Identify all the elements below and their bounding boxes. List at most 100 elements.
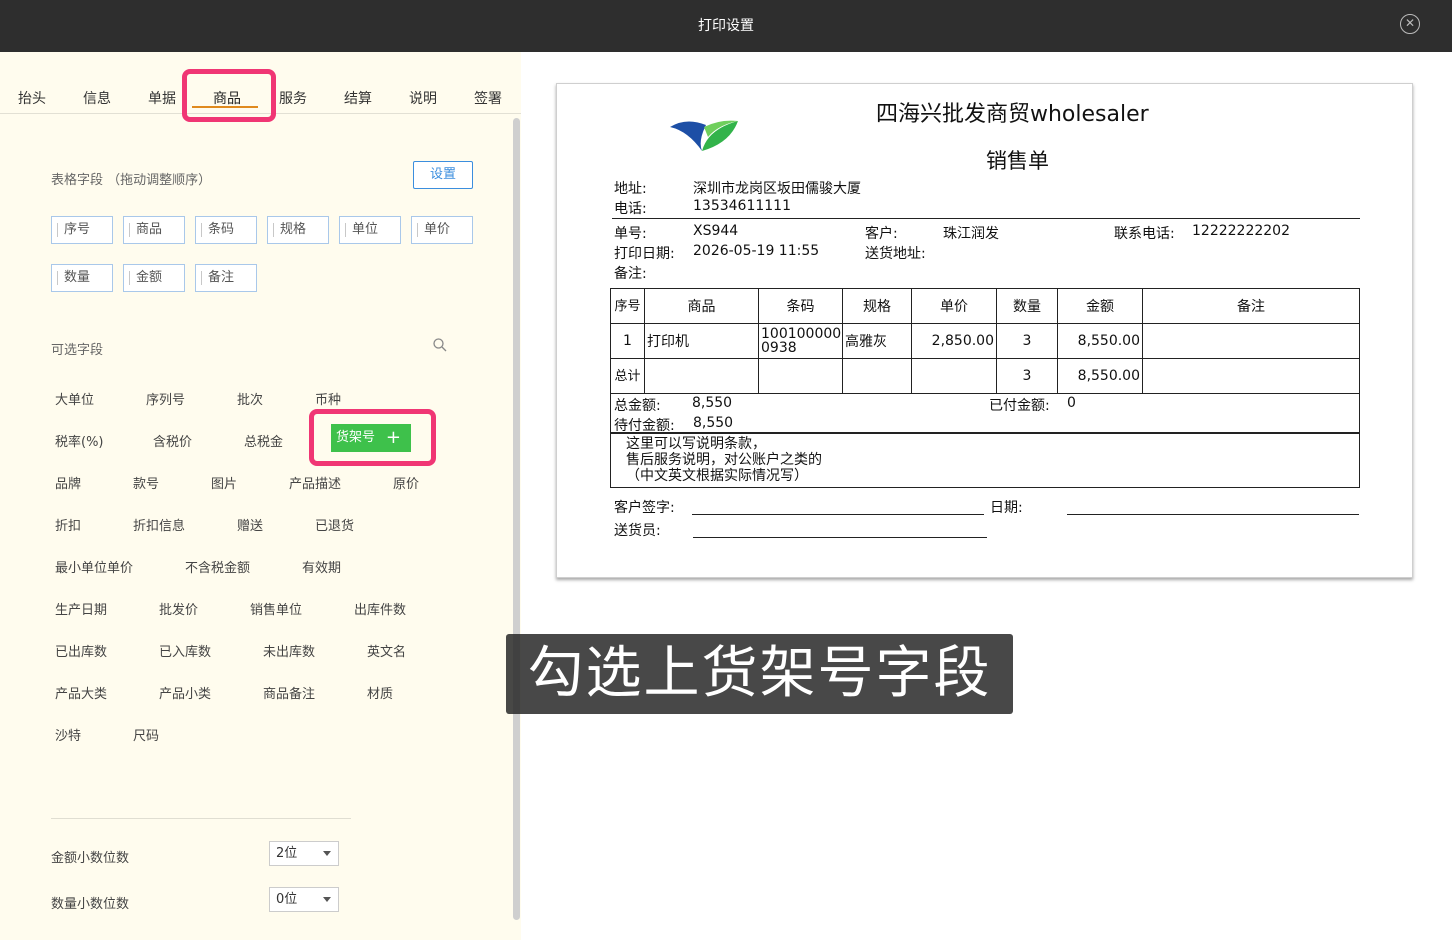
contact-label: 联系电话: <box>1114 226 1175 242</box>
optional-field[interactable]: 批次 <box>237 389 263 408</box>
address-value: 深圳市龙岗区坂田儒骏大厦 <box>693 181 861 197</box>
optional-field[interactable]: 含税价 <box>153 431 192 450</box>
window-title: 打印设置 <box>698 18 754 34</box>
optional-field[interactable]: 已出库数 <box>55 641 107 660</box>
optional-field[interactable]: 款号 <box>133 473 159 492</box>
goods-table: 序号 商品 条码 规格 单价 数量 金额 备注 1 打印机 100100000 0… <box>610 288 1360 394</box>
date-line <box>1067 514 1359 515</box>
optional-field[interactable]: 不含税金额 <box>185 557 250 576</box>
sum-value: 8,550 <box>692 395 733 411</box>
optional-field[interactable]: 品牌 <box>55 473 81 492</box>
summary-separator <box>610 432 1360 434</box>
total-label: 总计 <box>610 358 645 394</box>
table-total-row: 总计 3 8,550.00 <box>610 358 1360 394</box>
optional-field[interactable]: 已退货 <box>315 515 354 534</box>
chevron-down-icon <box>323 897 331 902</box>
optional-field[interactable]: 沙特 <box>55 725 81 744</box>
row-qty: 3 <box>996 323 1058 359</box>
qty-decimals-label: 数量小数位数 <box>51 897 130 912</box>
field-chip[interactable]: 商品 <box>123 216 185 244</box>
optional-field[interactable]: 出库件数 <box>354 599 406 618</box>
field-chip[interactable]: 单位 <box>339 216 401 244</box>
row-barcode: 100100000 0938 <box>758 323 843 359</box>
field-chip[interactable]: 序号 <box>51 216 113 244</box>
optional-field[interactable]: 大单位 <box>55 389 94 408</box>
tab-info[interactable]: 信息 <box>83 88 111 108</box>
field-chip[interactable]: 条码 <box>195 216 257 244</box>
tab-header[interactable]: 抬头 <box>18 88 46 108</box>
optional-field[interactable]: 折扣 <box>55 515 81 534</box>
row-product: 打印机 <box>644 323 759 359</box>
header-cell: 序号 <box>610 288 645 324</box>
optional-field[interactable]: 有效期 <box>302 557 341 576</box>
field-chip[interactable]: 数量 <box>51 264 113 292</box>
company-logo-icon <box>670 120 738 151</box>
contact-value: 12222222202 <box>1192 223 1290 239</box>
tab-highlight-box <box>182 69 276 122</box>
optional-field[interactable]: 最小单位单价 <box>55 557 133 576</box>
settings-button[interactable]: 设置 <box>413 161 473 189</box>
optional-field[interactable]: 批发价 <box>159 599 198 618</box>
close-icon[interactable]: ✕ <box>1400 14 1420 34</box>
optional-field[interactable]: 折扣信息 <box>133 515 185 534</box>
optional-field[interactable]: 序列号 <box>146 389 185 408</box>
optional-field[interactable]: 赠送 <box>237 515 263 534</box>
optional-field[interactable]: 税率(%) <box>55 431 104 450</box>
total-qty: 3 <box>996 358 1058 394</box>
customer-value: 珠江润发 <box>943 226 999 242</box>
field-chip[interactable]: 备注 <box>195 264 257 292</box>
sign-line <box>692 514 984 515</box>
tab-service[interactable]: 服务 <box>279 88 307 108</box>
empty-cell <box>911 358 997 394</box>
optional-field[interactable]: 生产日期 <box>55 599 107 618</box>
table-header-row: 序号 商品 条码 规格 单价 数量 金额 备注 <box>610 288 1360 324</box>
optional-fields-label: 可选字段 <box>51 343 104 358</box>
optional-field[interactable]: 产品小类 <box>159 683 211 702</box>
tab-settlement[interactable]: 结算 <box>344 88 372 108</box>
optional-field[interactable]: 未出库数 <box>263 641 315 660</box>
barcode-line-2: 0938 <box>761 340 797 356</box>
optional-field[interactable]: 产品大类 <box>55 683 107 702</box>
shelf-number-button[interactable]: 货架号 + <box>331 424 411 452</box>
empty-cell <box>842 358 912 394</box>
row-remark <box>1142 323 1360 359</box>
amount-decimals-label: 金额小数位数 <box>51 851 130 866</box>
phone-value: 13534611111 <box>693 198 791 214</box>
qty-decimals-select[interactable]: 0位 <box>269 887 339 912</box>
optional-field[interactable]: 尺码 <box>133 725 159 744</box>
panel-scrollbar[interactable] <box>513 118 520 920</box>
amount-decimals-select[interactable]: 2位 <box>269 841 339 866</box>
tab-signature[interactable]: 签署 <box>474 88 502 108</box>
note-line-1: 这里可以写说明条款， <box>626 436 766 452</box>
tab-description[interactable]: 说明 <box>409 88 437 108</box>
amount-decimals-value: 2位 <box>276 846 298 861</box>
optional-field[interactable]: 商品备注 <box>263 683 315 702</box>
phone-label: 电话: <box>614 201 647 217</box>
qty-decimals-value: 0位 <box>276 892 298 907</box>
deliverer-label: 送货员: <box>614 523 661 539</box>
field-chip[interactable]: 金额 <box>123 264 185 292</box>
header-cell: 条码 <box>758 288 843 324</box>
optional-field[interactable]: 材质 <box>367 683 393 702</box>
header-separator <box>612 218 1360 219</box>
optional-field[interactable]: 销售单位 <box>250 599 302 618</box>
settings-panel: 抬头 信息 单据 商品 服务 结算 说明 签署 表格字段 （拖动调整顺序） 设置… <box>0 52 521 940</box>
optional-field[interactable]: 已入库数 <box>159 641 211 660</box>
print-date-value: 2026-05-19 11:55 <box>693 243 820 259</box>
empty-cell <box>758 358 843 394</box>
header-cell: 规格 <box>842 288 912 324</box>
field-chip[interactable]: 单价 <box>411 216 473 244</box>
optional-field[interactable]: 原价 <box>393 473 419 492</box>
optional-field[interactable]: 总税金 <box>244 431 283 450</box>
header-cell: 单价 <box>911 288 997 324</box>
tab-document[interactable]: 单据 <box>148 88 176 108</box>
paid-value: 0 <box>1067 395 1076 411</box>
optional-field[interactable]: 图片 <box>211 473 237 492</box>
optional-field[interactable]: 英文名 <box>367 641 406 660</box>
search-icon[interactable] <box>433 338 447 352</box>
field-chip[interactable]: 规格 <box>267 216 329 244</box>
remark-label: 备注: <box>614 266 647 282</box>
optional-field[interactable]: 产品描述 <box>289 473 341 492</box>
date-label: 日期: <box>990 500 1023 516</box>
optional-field[interactable]: 币种 <box>315 389 341 408</box>
